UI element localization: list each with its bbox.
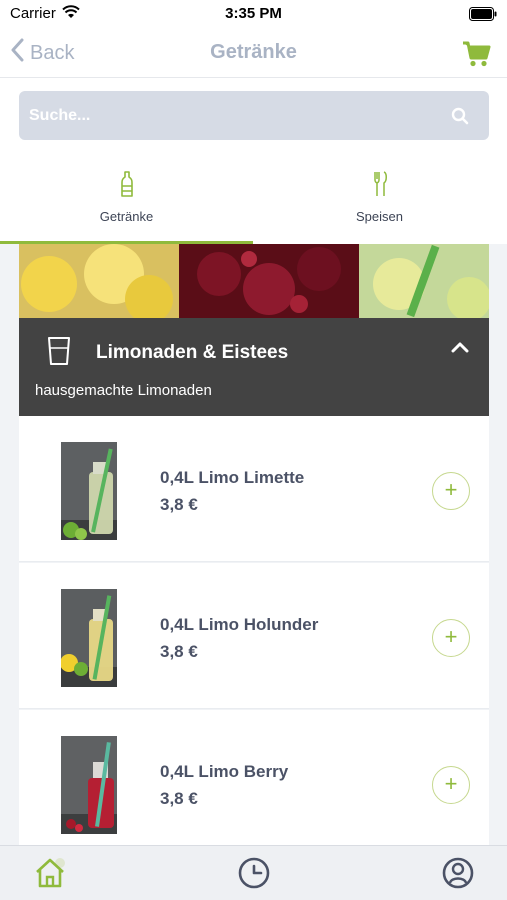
- history-icon: [238, 857, 270, 889]
- bottle-icon: [120, 171, 133, 197]
- product-image: [61, 442, 117, 540]
- tab-speisen-label: Speisen: [356, 209, 403, 224]
- tab-speisen[interactable]: Speisen: [253, 154, 506, 244]
- bottom-tab-bar: [0, 845, 507, 900]
- tab-getraenke-label: Getränke: [99, 209, 154, 224]
- plus-icon: +: [444, 771, 458, 796]
- product-name: 0,4L Limo Berry: [160, 762, 289, 781]
- add-to-cart-button[interactable]: +: [432, 619, 470, 657]
- search-bar: [19, 91, 489, 140]
- search-input[interactable]: [29, 91, 429, 140]
- page-title: Getränke: [210, 41, 297, 63]
- tab-profile[interactable]: [441, 856, 475, 890]
- search-section: [0, 78, 507, 154]
- product-row[interactable]: 0,4L Limo Holunder 3,8 € +: [19, 563, 489, 709]
- category-tabs: Getränke Speisen: [0, 154, 507, 244]
- tab-getraenke[interactable]: Getränke: [0, 154, 253, 244]
- profile-icon: [442, 857, 474, 889]
- tab-home[interactable]: [33, 856, 67, 890]
- tab-history[interactable]: [237, 856, 271, 890]
- product-image: [61, 736, 117, 834]
- plus-icon: +: [444, 477, 458, 502]
- category-subtitle: hausgemachte Limonaden: [35, 382, 212, 399]
- product-name: 0,4L Limo Limette: [160, 468, 305, 487]
- cart-icon: [463, 41, 491, 67]
- product-row[interactable]: 0,4L Limo Berry 3,8 € +: [19, 710, 489, 856]
- battery-icon: [469, 7, 497, 26]
- chevron-up-icon[interactable]: [451, 340, 469, 354]
- status-bar: Carrier 3:35 PM: [0, 0, 507, 28]
- product-price: 3,8 €: [160, 642, 198, 661]
- search-icon[interactable]: [451, 107, 469, 125]
- product-row[interactable]: 0,4L Limo Limette 3,8 € +: [19, 416, 489, 562]
- product-price: 3,8 €: [160, 789, 198, 808]
- add-to-cart-button[interactable]: +: [432, 766, 470, 804]
- cart-button[interactable]: [461, 40, 491, 68]
- product-price: 3,8 €: [160, 495, 198, 514]
- glass-icon: [48, 337, 70, 365]
- home-icon: [36, 858, 65, 888]
- category-banner-image: [19, 244, 489, 318]
- product-name: 0,4L Limo Holunder: [160, 615, 319, 634]
- plus-icon: +: [444, 624, 458, 649]
- category-header[interactable]: Limonaden & Eistees hausgemachte Limonad…: [19, 318, 489, 416]
- product-image: [61, 589, 117, 687]
- cutlery-icon: [373, 171, 387, 196]
- add-to-cart-button[interactable]: +: [432, 472, 470, 510]
- clock: 3:35 PM: [225, 5, 282, 22]
- navigation-bar: Back Getränke: [0, 28, 507, 78]
- category-title: Limonaden & Eistees: [96, 342, 289, 363]
